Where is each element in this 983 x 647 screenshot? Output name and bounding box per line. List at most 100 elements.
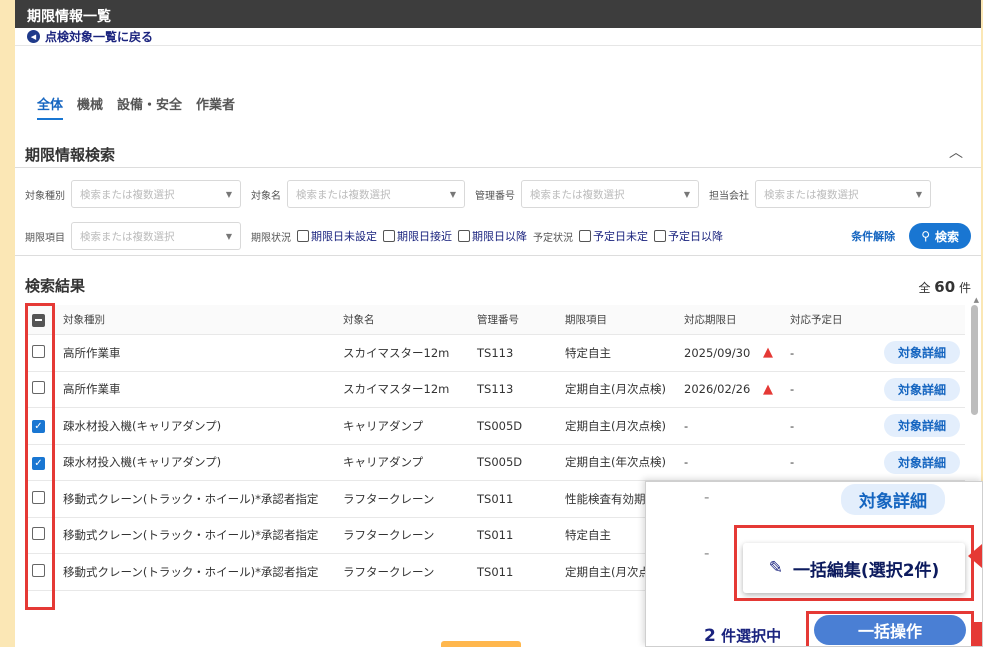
pencil-icon: ✎: [768, 558, 783, 578]
caret-down-icon: ▼: [225, 189, 232, 199]
table-row: 高所作業車 スカイマスター12m TS113 定期自主(月次点検) 2026/02/26…: [25, 372, 965, 408]
mgmt-no-label: 管理番号: [475, 190, 515, 202]
cell-name: ラフタークレーン: [343, 491, 435, 506]
company-label: 担当会社: [709, 190, 749, 202]
back-link-label: 点検対象一覧に戻る: [45, 30, 154, 44]
search-button-label: 検索: [934, 229, 959, 244]
detail-button[interactable]: 対象詳細: [884, 450, 961, 474]
table-row: ✓ 疎水材投入機(キャリアダンプ) キャリアダンプ TS005D 定期自主(年次点検) -…: [25, 445, 965, 481]
caret-down-icon: ▼: [449, 189, 456, 199]
status-unset-checkbox[interactable]: 期限日未設定: [297, 228, 377, 244]
cell-type: 疎水材投入機(キャリアダンプ): [63, 455, 222, 470]
zoom-dash: -: [704, 544, 710, 562]
cell-mgmt-no: TS011: [477, 564, 514, 579]
name-select[interactable]: 検索または複数選択 ▼: [287, 180, 465, 208]
cell-item: 定期自主(年次点検): [565, 455, 666, 470]
cell-planned: -: [790, 345, 795, 360]
cell-mgmt-no: TS011: [477, 491, 514, 506]
cell-name: キャリアダンプ: [343, 418, 424, 433]
item-select[interactable]: 検索または複数選択 ▼: [71, 222, 241, 250]
selected-count-suffix: 件選択中: [721, 627, 782, 645]
cell-mgmt-no: TS005D: [477, 455, 523, 470]
zoom-detail-button[interactable]: 対象詳細: [841, 484, 945, 515]
detail-button[interactable]: 対象詳細: [884, 414, 961, 438]
cell-planned: -: [790, 382, 795, 397]
cell-type: 移動式クレーン(トラック・ホイール)*承認者指定: [63, 491, 319, 506]
type-label: 対象種別: [25, 190, 65, 202]
bulk-edit-label: 一括編集(選択2件): [792, 560, 940, 581]
plan-after-label: 予定日以降: [668, 230, 723, 243]
col-name[interactable]: 対象名: [343, 312, 375, 327]
tab-machinery[interactable]: 機械: [77, 94, 103, 120]
tab-all[interactable]: 全体: [37, 94, 64, 120]
checkbox-icon: [579, 230, 591, 242]
col-planned[interactable]: 対応予定日: [790, 312, 843, 327]
type-select[interactable]: 検索または複数選択 ▼: [71, 180, 241, 208]
status-near-checkbox[interactable]: 期限日接近: [383, 228, 452, 244]
company-select[interactable]: 検索または複数選択 ▼: [755, 180, 931, 208]
chevron-up-icon[interactable]: ︿: [949, 142, 963, 162]
back-arrow-icon: ◀: [27, 30, 40, 43]
cell-type: 高所作業車: [63, 345, 121, 360]
mgmt-no-select[interactable]: 検索または複数選択 ▼: [521, 180, 699, 208]
status-unset-label: 期限日未設定: [311, 230, 377, 243]
cell-due: -: [684, 455, 689, 470]
page-title: 期限情報一覧: [15, 0, 981, 28]
plan-after-checkbox[interactable]: 予定日以降: [654, 228, 723, 244]
detail-button[interactable]: 対象詳細: [884, 377, 961, 401]
caret-down-icon: ▼: [225, 231, 232, 241]
cell-mgmt-no: TS113: [477, 345, 514, 360]
divider: [15, 167, 981, 168]
count-prefix: 全: [918, 281, 931, 295]
cell-item: 定期自主(月次点検): [565, 418, 666, 433]
cell-name: ラフタークレーン: [343, 528, 435, 543]
search-button[interactable]: ⚲ 検索: [909, 223, 971, 249]
warning-icon: ▲: [763, 345, 773, 361]
caret-down-icon: ▼: [915, 189, 922, 199]
tab-equipment-safety[interactable]: 設備・安全: [117, 94, 182, 120]
scrollbar[interactable]: [971, 305, 978, 415]
cell-name: スカイマスター12m: [343, 382, 450, 397]
selected-count: 2 件選択中: [704, 625, 781, 646]
checkbox-column-highlight: [25, 303, 55, 610]
cell-name: ラフタークレーン: [343, 564, 435, 579]
cell-name: キャリアダンプ: [343, 455, 424, 470]
col-type[interactable]: 対象種別: [63, 312, 105, 327]
zoom-callout: - 対象詳細 - ✎ 一括編集(選択2件) 2 件選択中 一括操作: [645, 481, 983, 647]
clear-conditions-link[interactable]: 条件解除: [851, 228, 895, 244]
cell-type: 疎水材投入機(キャリアダンプ): [63, 418, 222, 433]
cell-mgmt-no: TS011: [477, 528, 514, 543]
cell-due: 2026/02/26: [684, 382, 751, 397]
result-count: 全 60 件: [918, 278, 971, 296]
category-tabs: 全体 機械 設備・安全 作業者: [37, 94, 235, 120]
scroll-up-icon[interactable]: ▲: [974, 296, 979, 304]
cell-mgmt-no: TS005D: [477, 418, 523, 433]
checkbox-icon: [297, 230, 309, 242]
cell-due: 2025/09/30: [684, 345, 751, 360]
col-item[interactable]: 期限項目: [565, 312, 607, 327]
pointer-arrow-icon: [968, 544, 982, 568]
zoom-dash: -: [704, 488, 710, 506]
warning-icon: ▲: [763, 381, 773, 397]
back-link[interactable]: ◀ 点検対象一覧に戻る: [15, 28, 981, 46]
status-after-checkbox[interactable]: 期限日以降: [458, 228, 527, 244]
col-mgmt-no[interactable]: 管理番号: [477, 312, 519, 327]
pointer-marker: [974, 622, 982, 646]
tab-workers[interactable]: 作業者: [196, 94, 235, 120]
col-due[interactable]: 対応期限日: [684, 312, 737, 327]
cell-planned: -: [790, 455, 795, 470]
mgmt-no-placeholder: 検索または複数選択: [530, 188, 625, 201]
results-section-title: 検索結果: [25, 277, 86, 295]
search-row-2: 期限項目 検索または複数選択 ▼ 期限状況 期限日未設定 期限日接近 期限日以降…: [25, 222, 971, 250]
plan-undecided-checkbox[interactable]: 予定日未定: [579, 228, 648, 244]
bulk-action-button[interactable]: 一括操作: [814, 615, 966, 645]
detail-button[interactable]: 対象詳細: [884, 341, 961, 365]
divider: [15, 255, 981, 256]
bulk-edit-menu-item[interactable]: ✎ 一括編集(選択2件): [743, 543, 965, 593]
company-placeholder: 検索または複数選択: [764, 188, 859, 201]
status-label: 期限状況: [251, 232, 291, 244]
cell-mgmt-no: TS113: [477, 382, 514, 397]
cell-item: 特定自主: [565, 345, 611, 360]
search-section-title: 期限情報検索: [25, 146, 116, 164]
cell-item: 定期自主(月次点検): [565, 382, 666, 397]
